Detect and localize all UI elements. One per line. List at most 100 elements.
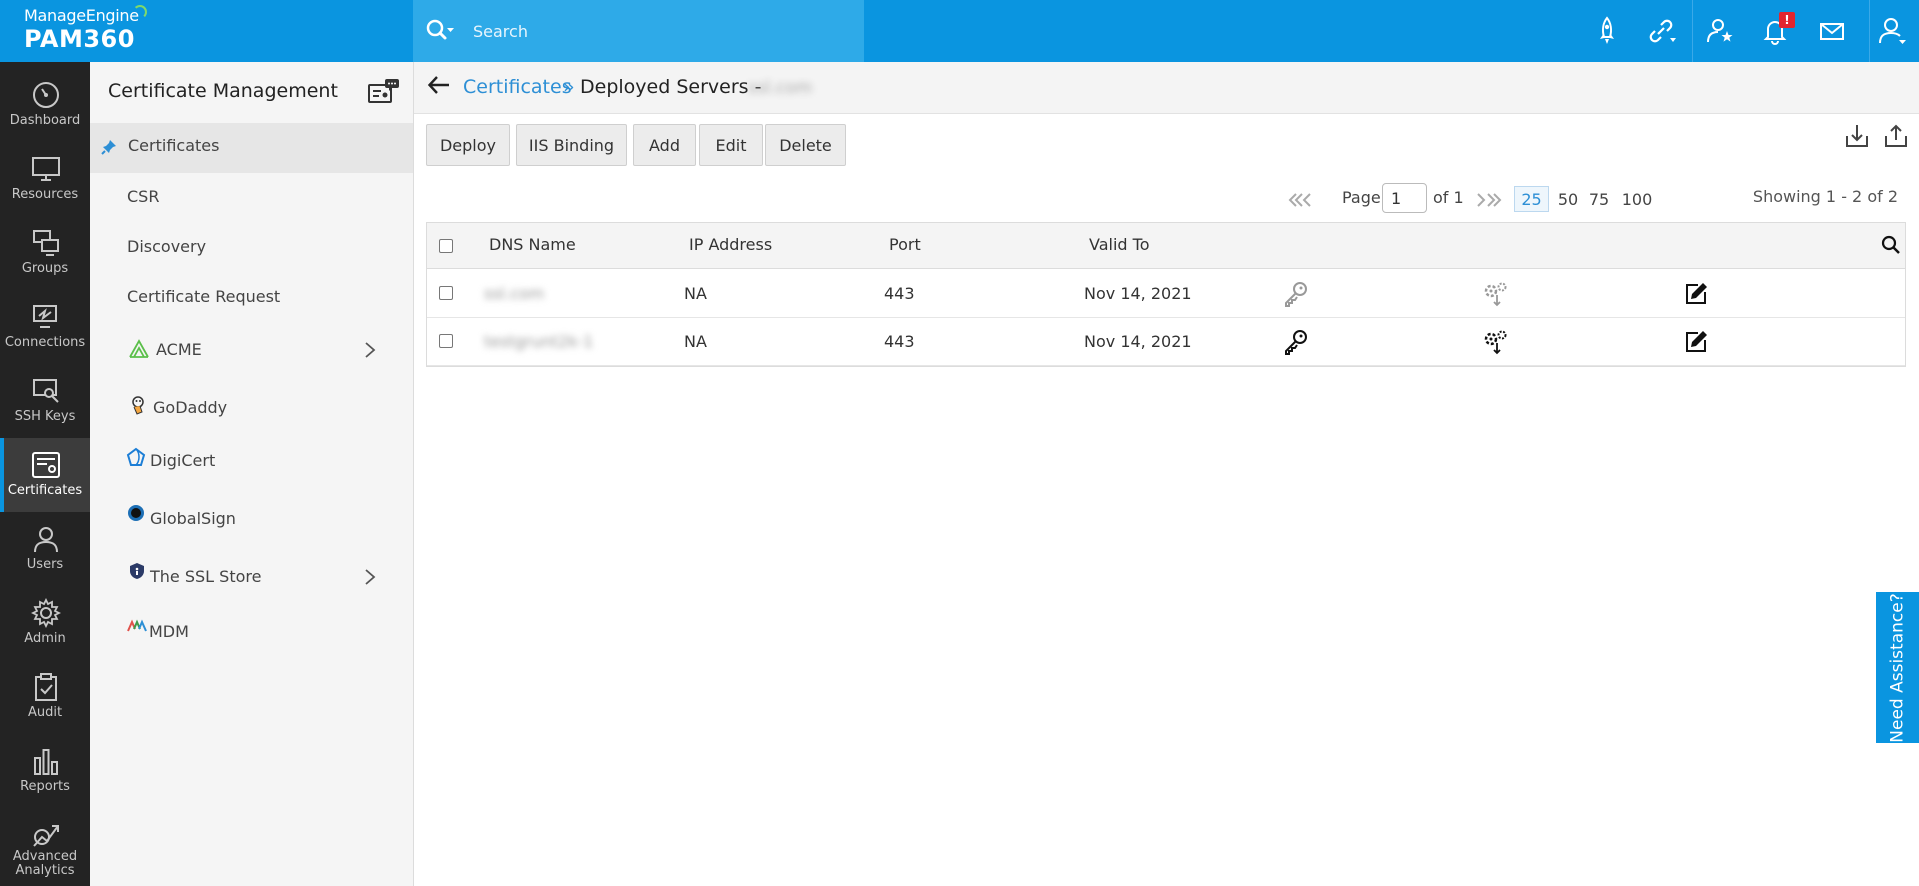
subnav-item-acme[interactable]: ACME: [90, 326, 413, 374]
subnav-item-certificate-request[interactable]: Certificate Request: [90, 273, 413, 321]
select-all-checkbox[interactable]: [439, 239, 453, 253]
rail-item-certificates[interactable]: Certificates: [0, 438, 90, 512]
rail-item-reports[interactable]: Reports: [0, 734, 90, 808]
subnav-label: GoDaddy: [153, 398, 228, 417]
row-checkbox[interactable]: [439, 286, 453, 300]
breadcrumb-domain: ssl.com: [748, 78, 813, 98]
rail-item-resources[interactable]: Resources: [0, 142, 90, 216]
need-assistance-tab[interactable]: Need Assistance?: [1876, 592, 1919, 743]
rail-label: Groups: [21, 261, 69, 276]
first-page-icon[interactable]: [1284, 190, 1312, 210]
valid-to-cell: Nov 14, 2021: [1084, 284, 1192, 303]
gears-deploy-icon[interactable]: [1482, 280, 1510, 308]
delete-button[interactable]: Delete: [765, 124, 846, 166]
user-account-icon[interactable]: [1875, 14, 1909, 48]
column-header[interactable]: Valid To: [1089, 235, 1149, 254]
table-search-icon[interactable]: [1881, 235, 1901, 255]
column-header[interactable]: Port: [889, 235, 921, 254]
iis-binding-button[interactable]: IIS Binding: [516, 124, 627, 166]
rail-item-groups[interactable]: Groups: [0, 216, 90, 290]
subnav-label: CSR: [127, 187, 160, 206]
subnav-item-ssl-store[interactable]: The SSL Store: [90, 552, 413, 600]
subnav-item-certificates[interactable]: Certificates: [90, 123, 413, 173]
pin-icon: [101, 140, 116, 155]
ssl-store-icon: [130, 563, 144, 579]
subnav-item-mdm[interactable]: MDM: [90, 608, 413, 656]
table-row[interactable]: ssl.com NA 443 Nov 14, 2021: [427, 270, 1905, 318]
rail-item-connections[interactable]: Connections: [0, 290, 90, 364]
download-icon[interactable]: [1843, 122, 1871, 150]
key-icon[interactable]: [1282, 280, 1310, 308]
bar-chart-icon: [34, 749, 58, 775]
subnav-item-csr[interactable]: CSR: [90, 173, 413, 221]
edit-icon[interactable]: [1682, 328, 1710, 356]
search-input[interactable]: [473, 17, 853, 45]
mail-icon[interactable]: [1815, 14, 1849, 48]
table-row[interactable]: testgrunt2k-1 NA 443 Nov 14, 2021: [427, 318, 1905, 366]
mdm-icon: [127, 619, 147, 632]
gears-deploy-icon[interactable]: [1482, 328, 1510, 356]
rail-item-dashboard[interactable]: Dashboard: [0, 68, 90, 142]
page-size-50[interactable]: 50: [1553, 186, 1583, 212]
row-checkbox[interactable]: [439, 334, 453, 348]
rocket-icon[interactable]: [1590, 14, 1624, 48]
subnav-label: DigiCert: [150, 451, 216, 470]
breadcrumb-current: Deployed Servers -: [580, 76, 762, 98]
key-icon[interactable]: [1282, 328, 1310, 356]
chevron-right-icon[interactable]: [363, 340, 377, 360]
page-size-25[interactable]: 25: [1514, 186, 1549, 212]
subnav-label: MDM: [149, 622, 189, 641]
rail-item-admin[interactable]: Admin: [0, 586, 90, 660]
ip-address-cell: NA: [684, 332, 707, 351]
table-header: DNS Name IP Address Port Valid To: [427, 223, 1905, 269]
subnav-label: GlobalSign: [150, 509, 236, 528]
search-icon[interactable]: [425, 18, 455, 44]
column-header[interactable]: IP Address: [689, 235, 772, 254]
edit-icon[interactable]: [1682, 280, 1710, 308]
godaddy-icon: [132, 396, 144, 415]
breadcrumb-separator: »: [563, 76, 575, 98]
main-nav-rail: Dashboard Resources Groups Connections S…: [0, 62, 90, 886]
rail-item-ssh-keys[interactable]: SSH Keys: [0, 364, 90, 438]
subnav-item-globalsign[interactable]: GlobalSign: [90, 495, 413, 543]
rail-item-advanced-analytics[interactable]: Advanced Analytics: [0, 808, 90, 886]
link-menu-icon[interactable]: [1644, 14, 1678, 48]
export-icon[interactable]: [1882, 122, 1910, 150]
user-icon: [34, 527, 58, 553]
edit-button[interactable]: Edit: [699, 124, 763, 166]
breadcrumb-certificates-link[interactable]: Certificates: [463, 76, 572, 98]
subnav-item-digicert[interactable]: DigiCert: [90, 437, 413, 485]
valid-to-cell: Nov 14, 2021: [1084, 332, 1192, 351]
gear-icon: [31, 598, 61, 628]
dashboard-icon: [33, 82, 59, 108]
rail-item-audit[interactable]: Audit: [0, 660, 90, 734]
clipboard-check-icon: [35, 673, 57, 701]
rail-label: Resources: [11, 187, 79, 202]
page-size-100[interactable]: 100: [1617, 186, 1657, 212]
rail-label: SSH Keys: [14, 409, 76, 424]
rail-label: Audit: [27, 705, 63, 720]
chevron-right-icon[interactable]: [363, 567, 377, 587]
add-button[interactable]: Add: [633, 124, 696, 166]
column-header[interactable]: DNS Name: [489, 235, 576, 254]
certificate-chat-icon[interactable]: [368, 78, 400, 104]
logo-arc-icon: [133, 5, 147, 19]
rail-item-users[interactable]: Users: [0, 512, 90, 586]
next-page-icon[interactable]: [1474, 190, 1502, 210]
groups-icon: [33, 230, 59, 256]
subnav-label: The SSL Store: [150, 567, 262, 586]
subnav-item-discovery[interactable]: Discovery: [90, 223, 413, 271]
rail-label: Users: [26, 557, 64, 572]
user-star-icon[interactable]: [1703, 14, 1737, 48]
notification-badge: !: [1779, 12, 1795, 28]
breadcrumb: Certificates » Deployed Servers - ssl.co…: [414, 62, 1919, 114]
deploy-button[interactable]: Deploy: [426, 124, 510, 166]
page-number-input[interactable]: [1382, 183, 1427, 213]
page-size-75[interactable]: 75: [1584, 186, 1614, 212]
subnav-item-godaddy[interactable]: GoDaddy: [90, 384, 413, 432]
topbar-divider: [1692, 0, 1693, 62]
app-logo[interactable]: ManageEngine PAM360: [0, 0, 413, 62]
ssh-key-icon: [33, 379, 59, 403]
back-arrow-icon[interactable]: [426, 72, 452, 98]
globalsign-icon: [128, 505, 144, 521]
